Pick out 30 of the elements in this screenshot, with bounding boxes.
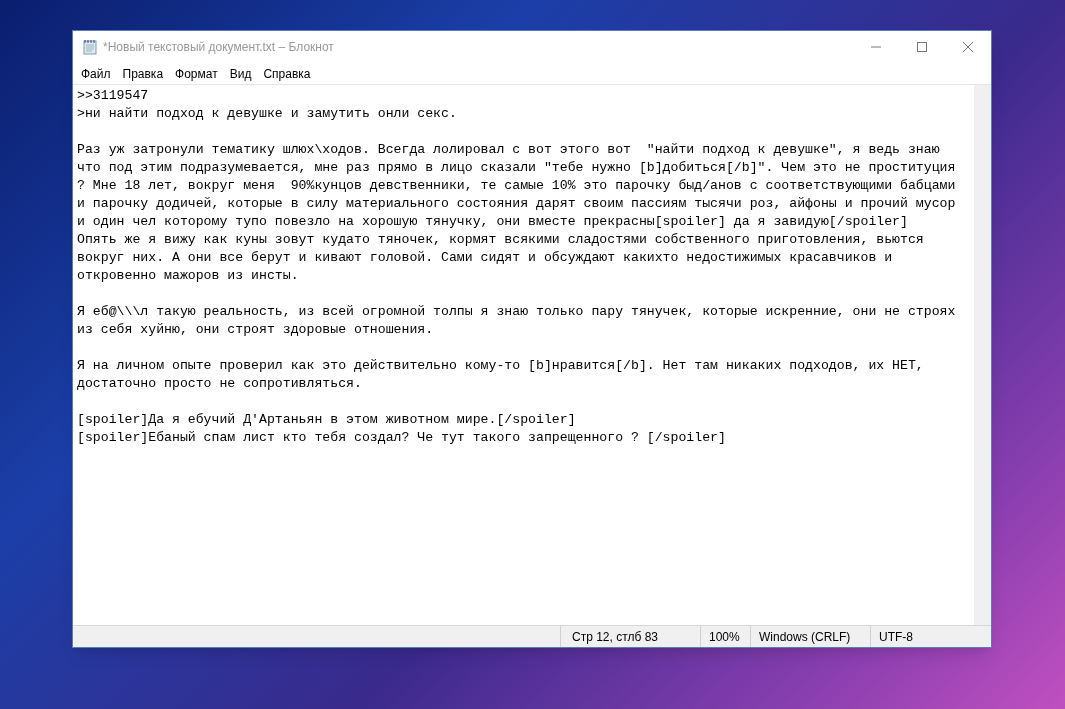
text-line: откровенно мажоров из инсты. — [77, 267, 300, 285]
window-title: *Новый текстовый документ.txt – Блокнот — [103, 39, 334, 56]
close-icon — [963, 42, 973, 52]
menu-item[interactable]: Справка — [257, 64, 317, 83]
text-line: >ни найти подход к девушке и замутить онли секс. — [77, 105, 458, 123]
text-line: из себя хуйню, они строят здоровые отношения. — [77, 321, 435, 339]
encoding: UTF-8 — [879, 628, 913, 646]
text-line: [spoiler]Ебаный спам лист кто тебя создал? Че тут такого запрещенного ? [/spoiler] — [77, 429, 727, 447]
menu-item[interactable]: Файл — [75, 64, 117, 83]
text-line: вокруг них. А они все берут и кивают головой. Сами сидят и обсуждают какихто недостижимых красавчиков и — [77, 249, 894, 267]
menu-item[interactable]: Формат — [169, 64, 224, 83]
text-line: Я еб@\\\л такую реальность, из всей огромной толпы я знаю только пару тянучек, которые искренние, они не строях — [77, 303, 957, 321]
line-endings: Windows (CRLF) — [759, 628, 851, 646]
text-line: >>3119547 — [77, 87, 150, 105]
menu-item[interactable]: Правка — [116, 64, 170, 83]
text-line: Раз уж затронули тематику шлюх\ходов. Всегда лолировал с вот этого вот "найти подход к девушке", я ведь знаю — [77, 141, 941, 159]
text-line: ? Мне 18 лет, вокруг меня 90%кунцов девственники, те самые 10% это парочку быд/анов с соответствующими бабцами — [77, 177, 957, 195]
zoom-level: 100% — [709, 628, 740, 646]
notepad-icon — [82, 39, 98, 55]
text-line: и один чел которому тупо повезло на хорошую тянучку, они вместе прекрасны[spoiler] да я завидую[/spoiler] — [77, 213, 909, 231]
maximize-icon — [917, 42, 927, 52]
cursor-position: Стр 12, стлб 83 — [572, 628, 658, 646]
vertical-scrollbar[interactable] — [974, 85, 991, 625]
text-line: что под этим подразумевается, мне раз прямо в лицо сказали "тебе нужно [b]добиться[/b]". Чем это не проституция — [77, 159, 957, 177]
text-line: Я на личном опыте проверил как это действительно кому-то [b]нравится[/b]. Нет там никаких подходов, их НЕТ, — [77, 357, 925, 375]
menu-item[interactable]: Вид — [223, 64, 258, 83]
text-line: [spoiler]Да я ебучий Д'Артаньян в этом животном мире.[/spoiler] — [77, 411, 577, 429]
text-line: Опять же я вижу как куны зовут кудато тяночек, кормят всякими сладостями собственного приготовления, вьются — [77, 231, 925, 249]
text-line: и парочку додичей, которые в силу материального состояния дарят своим пассиям тысячи роз, айфоны и прочий мусор — [77, 195, 957, 213]
text-line: достаточно просто не сопротивляться. — [77, 375, 363, 393]
